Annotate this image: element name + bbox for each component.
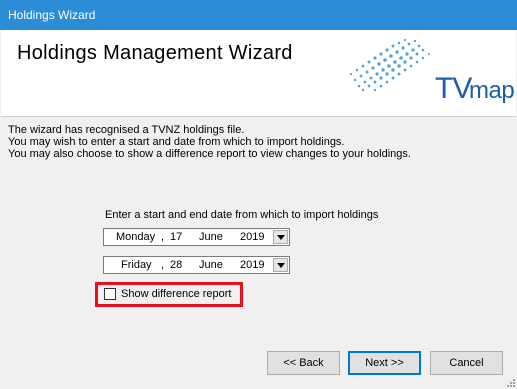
logo-map-text: map (469, 77, 515, 104)
banner-divider (1, 116, 516, 117)
end-date-dropdown-button[interactable] (273, 258, 288, 272)
end-date-picker[interactable]: Friday , 28 June 2019 (103, 256, 290, 274)
start-month: June (199, 231, 223, 243)
start-day: 17 (170, 231, 183, 243)
start-separator: , (161, 231, 165, 243)
end-year: 2019 (240, 259, 265, 271)
start-year: 2019 (240, 231, 265, 243)
resize-grip-icon[interactable] (505, 377, 515, 387)
intro-line: The wizard has recognised a TVNZ holding… (8, 124, 245, 136)
end-month: June (199, 259, 223, 271)
intro-line: You may wish to enter a start and date f… (8, 136, 345, 148)
date-range-prompt: Enter a start and end date from which to… (105, 209, 379, 221)
window-title: Holdings Wizard (8, 8, 96, 22)
back-button[interactable]: << Back (267, 351, 340, 375)
chevron-down-icon (277, 235, 285, 240)
end-weekday: Friday (121, 259, 152, 271)
logo-tv-text: TV (435, 72, 472, 105)
show-difference-label[interactable]: Show difference report (121, 288, 231, 300)
tvmap-logo: TV map (319, 34, 515, 114)
wizard-banner: Holdings Management Wizard TV map (1, 30, 516, 116)
show-difference-checkbox[interactable] (104, 288, 116, 300)
start-weekday: Monday (116, 231, 156, 243)
tvmap-globe-icon (349, 38, 430, 92)
start-date-dropdown-button[interactable] (273, 230, 288, 244)
cancel-button[interactable]: Cancel (430, 351, 503, 375)
start-date-picker[interactable]: Monday , 17 June 2019 (103, 228, 290, 246)
next-button[interactable]: Next >> (348, 351, 421, 375)
wizard-heading: Holdings Management Wizard (17, 42, 293, 64)
title-bar: Holdings Wizard (0, 0, 517, 30)
chevron-down-icon (277, 263, 285, 268)
end-separator: , (161, 259, 165, 271)
end-day: 28 (170, 259, 183, 271)
intro-line: You may also choose to show a difference… (8, 148, 411, 160)
intro-text: The wizard has recognised a TVNZ holding… (8, 124, 411, 160)
